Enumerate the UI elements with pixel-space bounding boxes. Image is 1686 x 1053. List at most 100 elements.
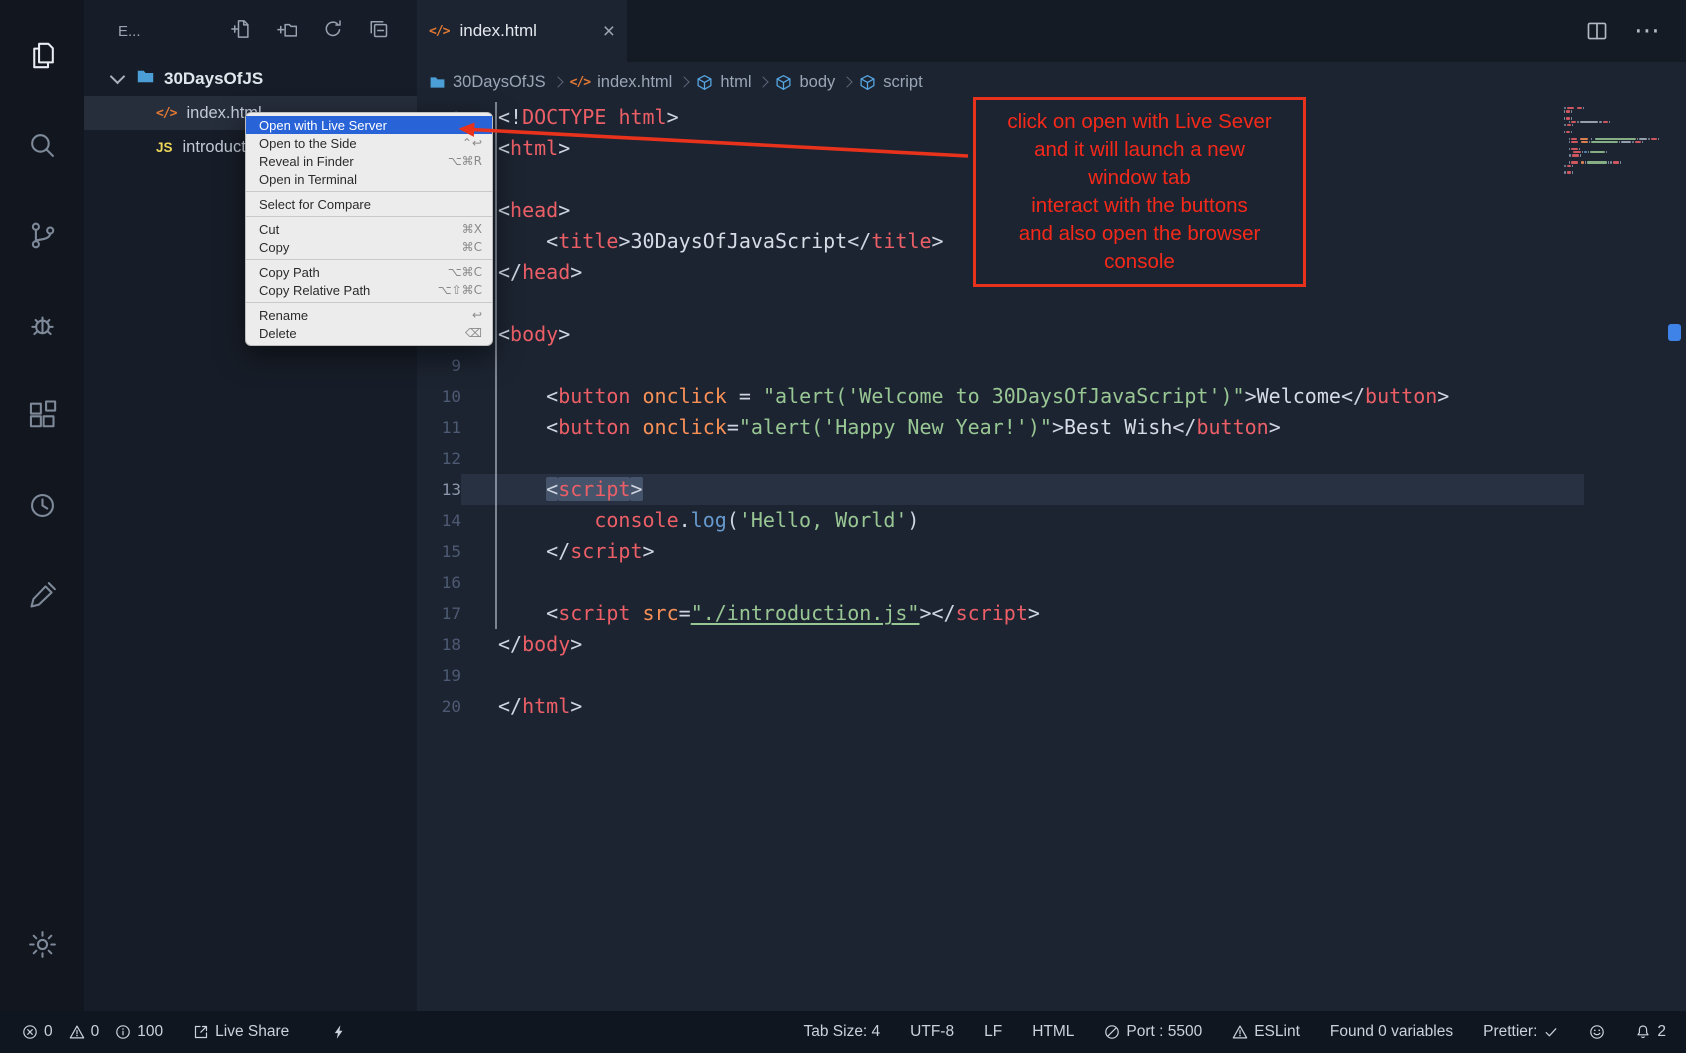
code-line[interactable]: 16 [417, 567, 1686, 598]
code-line[interactable]: 18</body> [417, 629, 1686, 660]
code-line[interactable]: 13 <script> [417, 474, 1686, 505]
activity-settings-gear[interactable] [0, 899, 84, 989]
breadcrumb-label: html [720, 73, 751, 92]
collapse-all-icon [369, 19, 389, 39]
warning-icon [69, 1024, 85, 1040]
breadcrumb-label: script [883, 73, 922, 92]
menu-item-label: Cut [259, 222, 462, 237]
symbol-cube-icon [696, 74, 713, 91]
status-prettier[interactable]: Prettier: [1483, 1023, 1559, 1041]
menu-item-open-with-live-server[interactable]: Open with Live Server [246, 116, 492, 134]
menu-item-copy-path[interactable]: Copy Path⌥⌘C [246, 263, 492, 281]
clock-icon [26, 489, 59, 522]
code-line[interactable]: 9 [417, 350, 1686, 381]
status-label: 0 [91, 1023, 100, 1041]
activity-source-control[interactable] [0, 190, 84, 280]
status-0[interactable]: 0 [22, 1023, 53, 1041]
menu-separator [246, 216, 492, 217]
breadcrumb-item-body[interactable]: body [773, 73, 837, 92]
context-menu: Open with Live ServerOpen to the Side⌃↩R… [245, 112, 493, 346]
annotation-text: window tab [976, 164, 1303, 192]
info-icon [115, 1024, 131, 1040]
status-eslint[interactable]: ESLint [1232, 1023, 1300, 1041]
menu-item-copy-relative-path[interactable]: Copy Relative Path⌥⇧⌘C [246, 281, 492, 299]
status-2[interactable]: 2 [1635, 1023, 1666, 1041]
close-icon[interactable]: × [603, 21, 615, 42]
line-content: <script> [461, 474, 1584, 505]
more-actions-icon[interactable]: ⋯ [1634, 18, 1660, 44]
breadcrumb-label: 30DaysOfJS [453, 73, 546, 92]
breadcrumb-item-script[interactable]: script [857, 73, 924, 92]
folder-row-30daysofjs[interactable]: 30DaysOfJS [84, 62, 417, 96]
status-found-0-variables[interactable]: Found 0 variables [1330, 1023, 1453, 1041]
status-html[interactable]: HTML [1032, 1023, 1074, 1041]
status-100[interactable]: 100 [115, 1023, 163, 1041]
code-line[interactable]: 10 <button onclick = "alert('Welcome to … [417, 381, 1686, 412]
menu-item-select-for-compare[interactable]: Select for Compare [246, 195, 492, 213]
code-line[interactable]: 8<body> [417, 319, 1686, 350]
menu-item-cut[interactable]: Cut⌘X [246, 220, 492, 238]
breadcrumb-item-30daysofjs[interactable]: 30DaysOfJS [427, 73, 548, 92]
status-label: UTF-8 [910, 1023, 954, 1041]
activity-clock[interactable] [0, 460, 84, 550]
activity-pen[interactable] [0, 550, 84, 640]
status-smiley-icon[interactable] [1589, 1024, 1605, 1040]
menu-item-label: Copy Relative Path [259, 283, 438, 298]
breadcrumb-item-html[interactable]: html [694, 73, 753, 92]
line-number: 10 [417, 381, 461, 412]
annotation-text: click on open with Live Sever [976, 108, 1303, 136]
code-line[interactable]: 14 console.log('Hello, World') [417, 505, 1686, 536]
line-content [461, 350, 498, 381]
tab-index-html[interactable]: </> index.html × [417, 0, 627, 62]
line-content: </body> [461, 629, 582, 660]
menu-item-shortcut: ↩ [472, 308, 482, 322]
status-utf-8[interactable]: UTF-8 [910, 1023, 954, 1041]
breadcrumb-item-index-html[interactable]: </>index.html [568, 73, 675, 92]
pen-icon [26, 579, 59, 612]
split-editor-icon[interactable] [1586, 20, 1608, 42]
code-line[interactable]: 20</html> [417, 691, 1686, 722]
activity-extensions[interactable] [0, 370, 84, 460]
activity-files[interactable] [0, 10, 84, 100]
status-label: LF [984, 1023, 1002, 1041]
status-bar: 0 0 100 Live Share Tab Size: 4 UTF-8 LF HTML Po… [0, 1011, 1686, 1053]
extensions-icon [26, 399, 59, 432]
code-line[interactable]: 11 <button onclick="alert('Happy New Yea… [417, 412, 1686, 443]
code-line[interactable]: 19 [417, 660, 1686, 691]
folder-icon [429, 74, 446, 91]
line-content: </html> [461, 691, 582, 722]
status-left: 0 0 100 Live Share [22, 1023, 347, 1041]
collapse-all-button[interactable] [369, 19, 389, 44]
new-file-button[interactable] [231, 19, 251, 44]
minimap[interactable] [1564, 107, 1660, 175]
menu-item-open-to-the-side[interactable]: Open to the Side⌃↩ [246, 134, 492, 152]
menu-item-copy[interactable]: Copy⌘C [246, 238, 492, 256]
chevron-down-icon [110, 69, 126, 85]
status-live-share[interactable]: Live Share [193, 1023, 289, 1041]
line-content: <script src="./introduction.js"></script… [461, 598, 1040, 629]
annotation-text: and also open the browser [976, 220, 1303, 248]
status-lf[interactable]: LF [984, 1023, 1002, 1041]
code-line[interactable]: 17 <script src="./introduction.js"></scr… [417, 598, 1686, 629]
refresh-button[interactable] [323, 19, 343, 44]
status-label: Prettier: [1483, 1023, 1537, 1041]
status-port-5500[interactable]: Port : 5500 [1104, 1023, 1202, 1041]
menu-item-reveal-in-finder[interactable]: Reveal in Finder⌥⌘R [246, 152, 492, 170]
annotation-text: and it will launch a new [976, 136, 1303, 164]
status-tab-size-4[interactable]: Tab Size: 4 [803, 1023, 880, 1041]
activity-debug[interactable] [0, 280, 84, 370]
menu-item-open-in-terminal[interactable]: Open in Terminal [246, 170, 492, 188]
code-line[interactable]: 15 </script> [417, 536, 1686, 567]
line-content [461, 443, 498, 474]
menu-item-delete[interactable]: Delete⌫ [246, 324, 492, 342]
line-number: 14 [417, 505, 461, 536]
new-folder-button[interactable] [277, 19, 297, 44]
bell-icon [1635, 1024, 1651, 1040]
scrollbar-marker[interactable] [1668, 324, 1681, 341]
menu-item-rename[interactable]: Rename↩ [246, 306, 492, 324]
status-0[interactable]: 0 [69, 1023, 100, 1041]
status-bolt-icon[interactable] [331, 1024, 347, 1040]
code-line[interactable]: 12 [417, 443, 1686, 474]
code-line[interactable]: 7 [417, 288, 1686, 319]
activity-search[interactable] [0, 100, 84, 190]
